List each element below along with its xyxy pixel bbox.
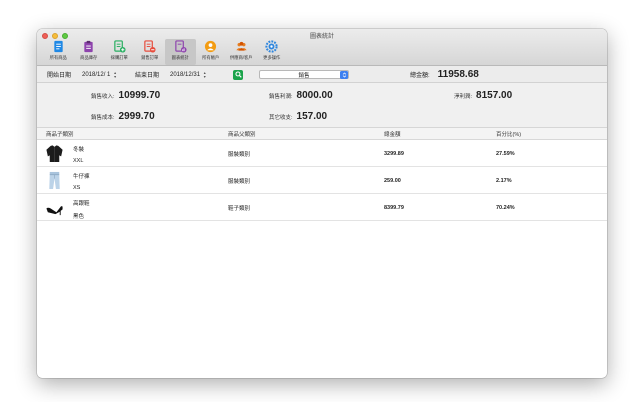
other-income-stat: 其它收支: 157.00 [269,111,327,122]
toolbar-label: 採購訂單 [110,54,128,60]
sales-order-icon [144,40,156,53]
sales-income-stat: 銷售收入: 10999.70 [91,90,160,101]
sales-cost-stat: 銷售成本: 2999.70 [91,111,155,122]
toolbar-purchase-orders[interactable]: 採購訂單 [104,39,135,65]
down-arrow-icon[interactable]: ▼ [203,75,206,79]
toolbar-label: 商品庫存 [80,54,98,60]
gear-icon [265,40,278,53]
amount-cell: 3299.89 [384,150,404,157]
select-arrows-icon[interactable] [340,71,348,79]
sales-profit-stat: 銷售利潤: 8000.00 [269,90,333,101]
toolbar-reports[interactable]: 圖表統計 [165,39,196,65]
toolbar-suppliers-customers[interactable]: 供應商/客戶 [226,39,257,65]
parent-category-cell: 服裝類別 [228,151,251,158]
total-amount-value: 11958.68 [437,69,479,80]
product-name: 高跟鞋 [73,201,90,207]
product-name: 冬裝 [73,147,85,153]
product-variant: XXL [73,158,84,164]
toolbar-label: 更多操作 [263,54,281,60]
title-bar: 圖表統計 所有商品 商品庫存 採購訂單 銷售訂單 圖表統計 所有帳戶 供應商/客… [37,29,607,66]
toolbar-more-actions[interactable]: 更多操作 [257,39,288,65]
end-date-label: 結束日期 [135,73,160,79]
column-header-total-amount[interactable]: 總金額 [384,128,401,140]
percent-cell: 27.59% [496,150,515,157]
sales-cost-value: 2999.70 [118,111,155,122]
report-icon [175,40,187,53]
stats-panel: 銷售收入: 10999.70 銷售利潤: 8000.00 淨利潤: 8157.0… [37,83,607,128]
clipboard-icon [84,40,93,53]
table-row[interactable]: 冬裝 XXL 服裝類別 3299.89 27.59% [37,140,607,167]
sales-income-label: 銷售收入: [91,94,115,100]
group-icon [236,41,247,51]
amount-cell: 8399.79 [384,204,404,211]
high-heel-thumbnail [46,206,63,216]
toolbar-accounts[interactable]: 所有帳戶 [196,39,227,65]
toolbar-all-products[interactable]: 所有商品 [43,39,74,65]
toolbar-inventory[interactable]: 商品庫存 [74,39,105,65]
parent-category-cell: 鞋子類別 [228,205,251,212]
toolbar-label: 圖表統計 [171,54,189,60]
column-header-parent-category[interactable]: 商品父類別 [228,128,256,140]
app-window: 圖表統計 所有商品 商品庫存 採購訂單 銷售訂單 圖表統計 所有帳戶 供應商/客… [37,29,607,378]
table-row[interactable]: 高跟鞋 黑色 鞋子類別 8399.79 70.24% [37,194,607,221]
toolbar-sales-orders[interactable]: 銷售訂單 [135,39,166,65]
start-date-stepper[interactable]: ▲ ▼ [113,71,116,79]
sales-cost-label: 銷售成本: [91,115,115,121]
document-icon [54,40,63,53]
sales-profit-value: 8000.00 [296,90,333,101]
total-amount-label: 總金額: [410,73,430,79]
type-select-value: 銷售 [298,72,310,79]
table-row[interactable]: 牛仔褲 XS 服裝類別 259.00 2.17% [37,167,607,194]
filter-bar: 開始日期 2018/12/ 1 ▲ ▼ 結束日期 2018/12/31 ▲ ▼ 銷售 [37,66,607,83]
search-button[interactable] [233,69,243,80]
toolbar: 所有商品 商品庫存 採購訂單 銷售訂單 圖表統計 所有帳戶 供應商/客戶 更多操… [43,39,287,65]
search-icon [234,71,242,78]
end-date-value: 2018/12/31 [170,71,201,78]
product-name: 牛仔褲 [73,174,90,180]
percent-cell: 2.17% [496,177,512,184]
toolbar-label: 供應商/客戶 [229,54,253,60]
purchase-order-icon [114,40,126,53]
percent-cell: 70.24% [496,204,515,211]
net-profit-label: 淨利潤: [454,94,473,100]
net-profit-value: 8157.00 [476,90,513,101]
toolbar-label: 所有帳戶 [202,54,220,60]
start-date-picker[interactable]: 2018/12/ 1 ▲ ▼ [82,70,117,80]
toolbar-label: 所有商品 [49,54,67,60]
table-header: 商品子類別 商品父類別 總金額 百分比(%) [37,128,607,140]
product-variant: XS [73,185,81,191]
toolbar-label: 銷售訂單 [141,54,159,60]
parent-category-cell: 服裝類別 [228,178,251,185]
column-header-percent[interactable]: 百分比(%) [496,128,521,140]
column-header-subcategory[interactable]: 商品子類別 [46,128,74,140]
start-date-label: 開始日期 [47,73,72,79]
other-income-value: 157.00 [296,111,328,122]
amount-cell: 259.00 [384,177,401,184]
start-date-value: 2018/12/ 1 [82,71,111,78]
sales-profit-label: 銷售利潤: [269,94,293,100]
user-icon [205,40,217,53]
product-variant: 黑色 [73,214,85,220]
sales-income-value: 10999.70 [118,90,161,101]
net-profit-stat: 淨利潤: 8157.00 [454,90,512,101]
end-date-stepper[interactable]: ▲ ▼ [203,71,206,79]
jeans-thumbnail [49,171,60,190]
jacket-thumbnail [46,145,63,163]
down-arrow-icon[interactable]: ▼ [113,75,116,79]
end-date-picker[interactable]: 2018/12/31 ▲ ▼ [170,70,207,80]
type-select[interactable]: 銷售 [259,70,349,79]
other-income-label: 其它收支: [269,115,293,121]
